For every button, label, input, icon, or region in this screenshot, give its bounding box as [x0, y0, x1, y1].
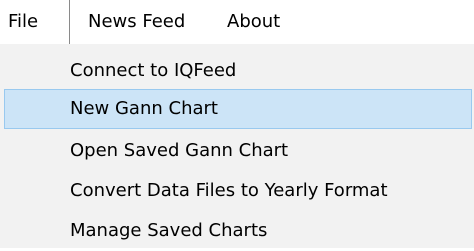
menu-file[interactable]: File [0, 0, 70, 44]
menu-item-manage-saved-charts[interactable]: Manage Saved Charts [0, 211, 474, 251]
menu-item-convert-data-files[interactable]: Convert Data Files to Yearly Format [0, 171, 474, 211]
menu-news-feed[interactable]: News Feed [88, 0, 185, 44]
file-dropdown-menu: Connect to IQFeed New Gann Chart Open Sa… [0, 44, 474, 248]
menu-item-open-saved-gann-chart[interactable]: Open Saved Gann Chart [0, 131, 474, 171]
menu-about[interactable]: About [227, 0, 280, 44]
menu-bar: File News Feed About [0, 0, 474, 44]
menu-item-label: New Gann Chart [70, 98, 218, 119]
menu-item-new-gann-chart[interactable]: New Gann Chart [4, 89, 472, 129]
menu-item-label: Convert Data Files to Yearly Format [70, 180, 388, 201]
menu-item-label: Manage Saved Charts [70, 220, 268, 241]
menu-item-connect-to-iqfeed[interactable]: Connect to IQFeed [0, 51, 474, 91]
menu-item-label: Open Saved Gann Chart [70, 140, 289, 161]
menu-item-label: Connect to IQFeed [70, 60, 237, 81]
